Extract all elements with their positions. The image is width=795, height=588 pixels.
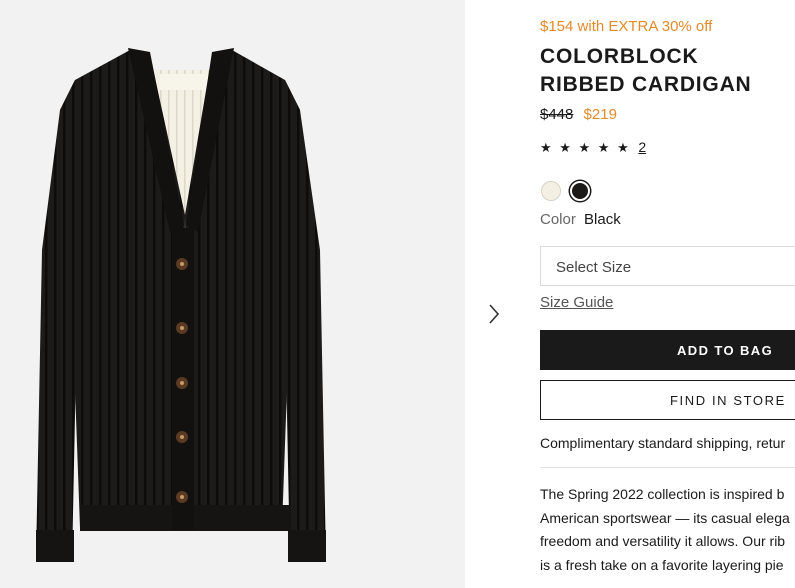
description-line: freedom and versatility it allows. Our r… bbox=[540, 533, 786, 549]
description-line: is a fresh take on a favorite layering p… bbox=[540, 556, 784, 573]
divider bbox=[540, 467, 795, 468]
description-line: American sportswear — its casual elega bbox=[540, 509, 790, 526]
swatch-ivory[interactable] bbox=[541, 181, 561, 201]
size-select[interactable]: Select Size bbox=[540, 246, 795, 286]
product-title: COLORBLOCK RIBBED CARDIGAN bbox=[540, 45, 752, 96]
swatch-black[interactable] bbox=[570, 181, 590, 201]
promo-price: $154 with EXTRA 30% off bbox=[540, 18, 713, 35]
product-details-panel: $154 with EXTRA 30% off COLORBLOCK RIBBE… bbox=[540, 0, 795, 588]
product-image bbox=[36, 48, 326, 562]
color-value: Black bbox=[584, 211, 621, 228]
color-label: Color bbox=[540, 211, 576, 228]
selected-color: Color Black bbox=[540, 211, 621, 228]
next-image-button[interactable] bbox=[484, 300, 508, 328]
review-count-link[interactable]: 2 bbox=[638, 139, 646, 155]
product-image-gallery bbox=[0, 0, 465, 588]
rating-stars: ★ ★ ★ ★ ★ bbox=[540, 140, 631, 155]
size-guide-link[interactable]: Size Guide bbox=[540, 294, 613, 311]
find-in-store-label: FIND IN STORE bbox=[670, 393, 786, 408]
description-line: The Spring 2022 collection is inspired b bbox=[540, 486, 785, 502]
original-price: $448 bbox=[540, 106, 574, 123]
chevron-right-icon bbox=[489, 304, 500, 324]
rating: ★ ★ ★ ★ ★ 2 bbox=[540, 139, 646, 156]
price-row: $448 $219 bbox=[540, 106, 617, 123]
shipping-info: Complimentary standard shipping, retur bbox=[540, 435, 786, 451]
sale-price: $219 bbox=[583, 106, 617, 123]
find-in-store-button[interactable]: FIND IN STORE bbox=[540, 380, 795, 420]
add-to-bag-button[interactable]: ADD TO BAG bbox=[540, 330, 795, 370]
add-to-bag-label: ADD TO BAG bbox=[677, 343, 774, 358]
size-select-placeholder: Select Size bbox=[556, 259, 632, 276]
product-description: The Spring 2022 collection is inspired b… bbox=[540, 483, 795, 577]
